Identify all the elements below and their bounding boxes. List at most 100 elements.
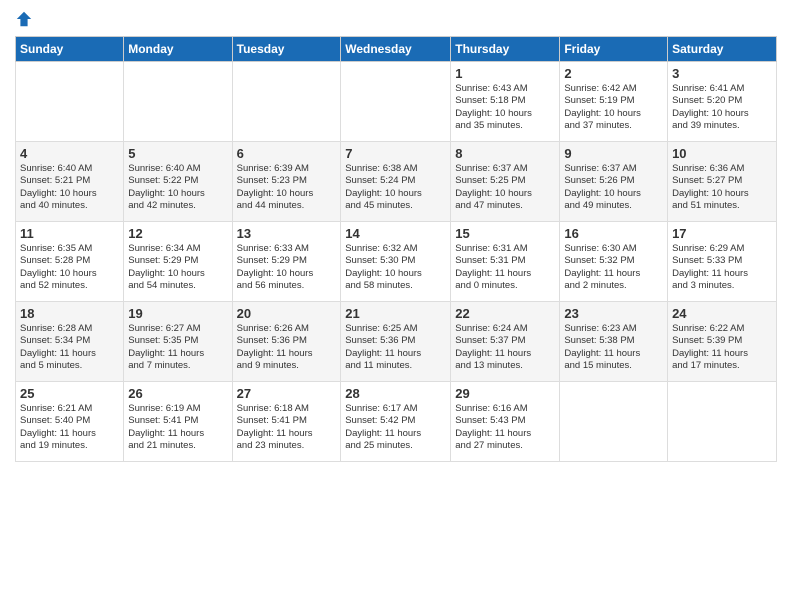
day-info: Sunset: 5:37 PM bbox=[455, 335, 555, 347]
day-info: and 9 minutes. bbox=[237, 360, 337, 372]
day-info: Sunset: 5:24 PM bbox=[345, 175, 446, 187]
day-info: Daylight: 10 hours bbox=[672, 108, 772, 120]
day-info: Sunrise: 6:23 AM bbox=[564, 323, 663, 335]
day-info: Daylight: 11 hours bbox=[20, 348, 119, 360]
day-info: Daylight: 10 hours bbox=[564, 108, 663, 120]
day-info: Sunset: 5:33 PM bbox=[672, 255, 772, 267]
day-number: 21 bbox=[345, 306, 446, 321]
day-info: and 56 minutes. bbox=[237, 280, 337, 292]
day-info: Daylight: 11 hours bbox=[345, 348, 446, 360]
day-info: and 37 minutes. bbox=[564, 120, 663, 132]
day-info: and 23 minutes. bbox=[237, 440, 337, 452]
day-number: 13 bbox=[237, 226, 337, 241]
day-info: Daylight: 11 hours bbox=[564, 348, 663, 360]
day-info: Sunrise: 6:26 AM bbox=[237, 323, 337, 335]
calendar-cell: 23Sunrise: 6:23 AMSunset: 5:38 PMDayligh… bbox=[560, 302, 668, 382]
day-info: Sunrise: 6:33 AM bbox=[237, 243, 337, 255]
week-row-4: 25Sunrise: 6:21 AMSunset: 5:40 PMDayligh… bbox=[16, 382, 777, 462]
calendar-cell: 11Sunrise: 6:35 AMSunset: 5:28 PMDayligh… bbox=[16, 222, 124, 302]
logo bbox=[15, 10, 33, 28]
day-info: Sunrise: 6:31 AM bbox=[455, 243, 555, 255]
day-info: and 13 minutes. bbox=[455, 360, 555, 372]
day-info: Sunset: 5:22 PM bbox=[128, 175, 227, 187]
calendar-cell: 25Sunrise: 6:21 AMSunset: 5:40 PMDayligh… bbox=[16, 382, 124, 462]
day-info: Sunrise: 6:29 AM bbox=[672, 243, 772, 255]
day-info: Sunrise: 6:37 AM bbox=[564, 163, 663, 175]
day-info: Sunrise: 6:36 AM bbox=[672, 163, 772, 175]
day-number: 7 bbox=[345, 146, 446, 161]
day-info: Sunrise: 6:16 AM bbox=[455, 403, 555, 415]
day-info: Sunset: 5:41 PM bbox=[237, 415, 337, 427]
calendar-cell: 6Sunrise: 6:39 AMSunset: 5:23 PMDaylight… bbox=[232, 142, 341, 222]
day-info: Sunrise: 6:22 AM bbox=[672, 323, 772, 335]
day-number: 5 bbox=[128, 146, 227, 161]
day-number: 12 bbox=[128, 226, 227, 241]
day-info: Sunset: 5:38 PM bbox=[564, 335, 663, 347]
day-info: Sunrise: 6:39 AM bbox=[237, 163, 337, 175]
day-info: Daylight: 11 hours bbox=[128, 348, 227, 360]
day-info: Sunset: 5:34 PM bbox=[20, 335, 119, 347]
day-info: Sunrise: 6:35 AM bbox=[20, 243, 119, 255]
calendar-cell: 1Sunrise: 6:43 AMSunset: 5:18 PMDaylight… bbox=[451, 62, 560, 142]
day-info: Sunrise: 6:37 AM bbox=[455, 163, 555, 175]
calendar-cell bbox=[232, 62, 341, 142]
day-info: Sunset: 5:31 PM bbox=[455, 255, 555, 267]
day-number: 9 bbox=[564, 146, 663, 161]
day-info: Sunrise: 6:40 AM bbox=[20, 163, 119, 175]
day-number: 25 bbox=[20, 386, 119, 401]
week-row-3: 18Sunrise: 6:28 AMSunset: 5:34 PMDayligh… bbox=[16, 302, 777, 382]
calendar-cell: 13Sunrise: 6:33 AMSunset: 5:29 PMDayligh… bbox=[232, 222, 341, 302]
main-container: SundayMondayTuesdayWednesdayThursdayFrid… bbox=[0, 0, 792, 472]
day-info: Sunset: 5:43 PM bbox=[455, 415, 555, 427]
calendar-cell bbox=[124, 62, 232, 142]
calendar-cell: 3Sunrise: 6:41 AMSunset: 5:20 PMDaylight… bbox=[668, 62, 777, 142]
day-info: and 45 minutes. bbox=[345, 200, 446, 212]
day-info: Daylight: 11 hours bbox=[672, 268, 772, 280]
day-info: Sunrise: 6:24 AM bbox=[455, 323, 555, 335]
calendar-cell bbox=[341, 62, 451, 142]
day-header-monday: Monday bbox=[124, 37, 232, 62]
day-info: and 2 minutes. bbox=[564, 280, 663, 292]
day-info: Sunset: 5:36 PM bbox=[345, 335, 446, 347]
day-info: and 44 minutes. bbox=[237, 200, 337, 212]
day-info: and 5 minutes. bbox=[20, 360, 119, 372]
calendar-cell bbox=[560, 382, 668, 462]
day-info: Daylight: 11 hours bbox=[237, 428, 337, 440]
day-number: 1 bbox=[455, 66, 555, 81]
day-info: Sunrise: 6:28 AM bbox=[20, 323, 119, 335]
day-info: Daylight: 10 hours bbox=[345, 188, 446, 200]
day-info: Sunset: 5:35 PM bbox=[128, 335, 227, 347]
day-info: Sunrise: 6:40 AM bbox=[128, 163, 227, 175]
day-info: Sunrise: 6:18 AM bbox=[237, 403, 337, 415]
day-info: Daylight: 10 hours bbox=[20, 268, 119, 280]
day-info: and 7 minutes. bbox=[128, 360, 227, 372]
day-info: and 47 minutes. bbox=[455, 200, 555, 212]
calendar-cell: 2Sunrise: 6:42 AMSunset: 5:19 PMDaylight… bbox=[560, 62, 668, 142]
week-row-1: 4Sunrise: 6:40 AMSunset: 5:21 PMDaylight… bbox=[16, 142, 777, 222]
day-info: Sunrise: 6:27 AM bbox=[128, 323, 227, 335]
day-info: and 52 minutes. bbox=[20, 280, 119, 292]
day-info: and 42 minutes. bbox=[128, 200, 227, 212]
day-info: Daylight: 11 hours bbox=[20, 428, 119, 440]
day-number: 19 bbox=[128, 306, 227, 321]
calendar-cell: 12Sunrise: 6:34 AMSunset: 5:29 PMDayligh… bbox=[124, 222, 232, 302]
calendar-cell: 29Sunrise: 6:16 AMSunset: 5:43 PMDayligh… bbox=[451, 382, 560, 462]
day-info: Sunset: 5:36 PM bbox=[237, 335, 337, 347]
calendar-cell: 18 Sunrise: 6:28 AMSunset: 5:34 PMDayligh… bbox=[16, 302, 124, 382]
day-info: Sunset: 5:21 PM bbox=[20, 175, 119, 187]
day-number: 3 bbox=[672, 66, 772, 81]
day-number: 2 bbox=[564, 66, 663, 81]
day-info: and 15 minutes. bbox=[564, 360, 663, 372]
day-info: Daylight: 10 hours bbox=[455, 108, 555, 120]
calendar-cell bbox=[16, 62, 124, 142]
day-info: Sunset: 5:26 PM bbox=[564, 175, 663, 187]
day-number: 15 bbox=[455, 226, 555, 241]
calendar-cell: 21Sunrise: 6:25 AMSunset: 5:36 PMDayligh… bbox=[341, 302, 451, 382]
day-info: Sunrise: 6:32 AM bbox=[345, 243, 446, 255]
day-info: and 35 minutes. bbox=[455, 120, 555, 132]
calendar-cell: 17Sunrise: 6:29 AMSunset: 5:33 PMDayligh… bbox=[668, 222, 777, 302]
day-number: 18 bbox=[20, 306, 119, 321]
day-number: 4 bbox=[20, 146, 119, 161]
calendar-cell: 19 Sunrise: 6:27 AMSunset: 5:35 PMDayligh… bbox=[124, 302, 232, 382]
calendar-table: SundayMondayTuesdayWednesdayThursdayFrid… bbox=[15, 36, 777, 462]
